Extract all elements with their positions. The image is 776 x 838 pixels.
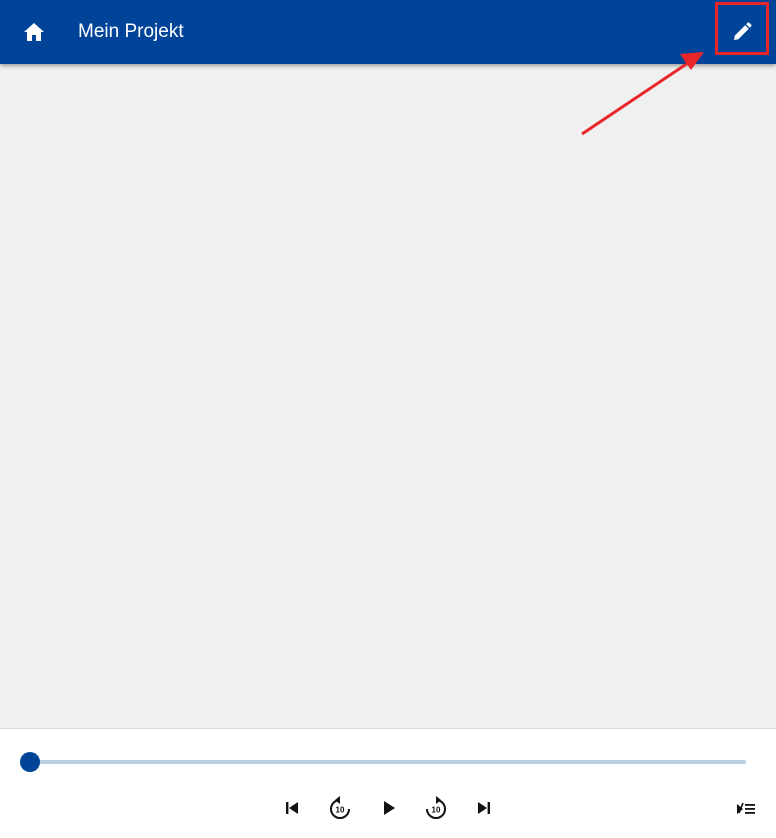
skip-next-icon [478, 802, 490, 814]
progress-slider-thumb[interactable] [20, 752, 40, 772]
forward-10-button[interactable]: 10 [421, 793, 451, 823]
forward-10-label: 10 [432, 806, 441, 815]
skip-previous-button[interactable] [277, 793, 307, 823]
app-bar: Mein Projekt [0, 0, 776, 64]
forward-10-icon: 10 [426, 796, 446, 819]
player-bar: 10 10 [0, 728, 776, 838]
canvas-area[interactable] [0, 64, 776, 728]
replay-10-button[interactable]: 10 [325, 793, 355, 823]
progress-slider-track[interactable] [30, 760, 746, 764]
replay-10-label: 10 [336, 806, 345, 815]
play-button[interactable] [374, 793, 404, 823]
play-icon [384, 801, 395, 815]
speed-list-icon [737, 802, 755, 814]
replay-10-icon: 10 [330, 796, 350, 819]
annotation-highlight-box [715, 2, 769, 55]
page-title: Mein Projekt [78, 21, 184, 42]
skip-next-button[interactable] [469, 793, 499, 823]
home-button[interactable] [14, 12, 54, 52]
home-icon [24, 23, 44, 41]
skip-previous-icon [286, 802, 298, 814]
speed-settings-button[interactable] [731, 793, 761, 823]
